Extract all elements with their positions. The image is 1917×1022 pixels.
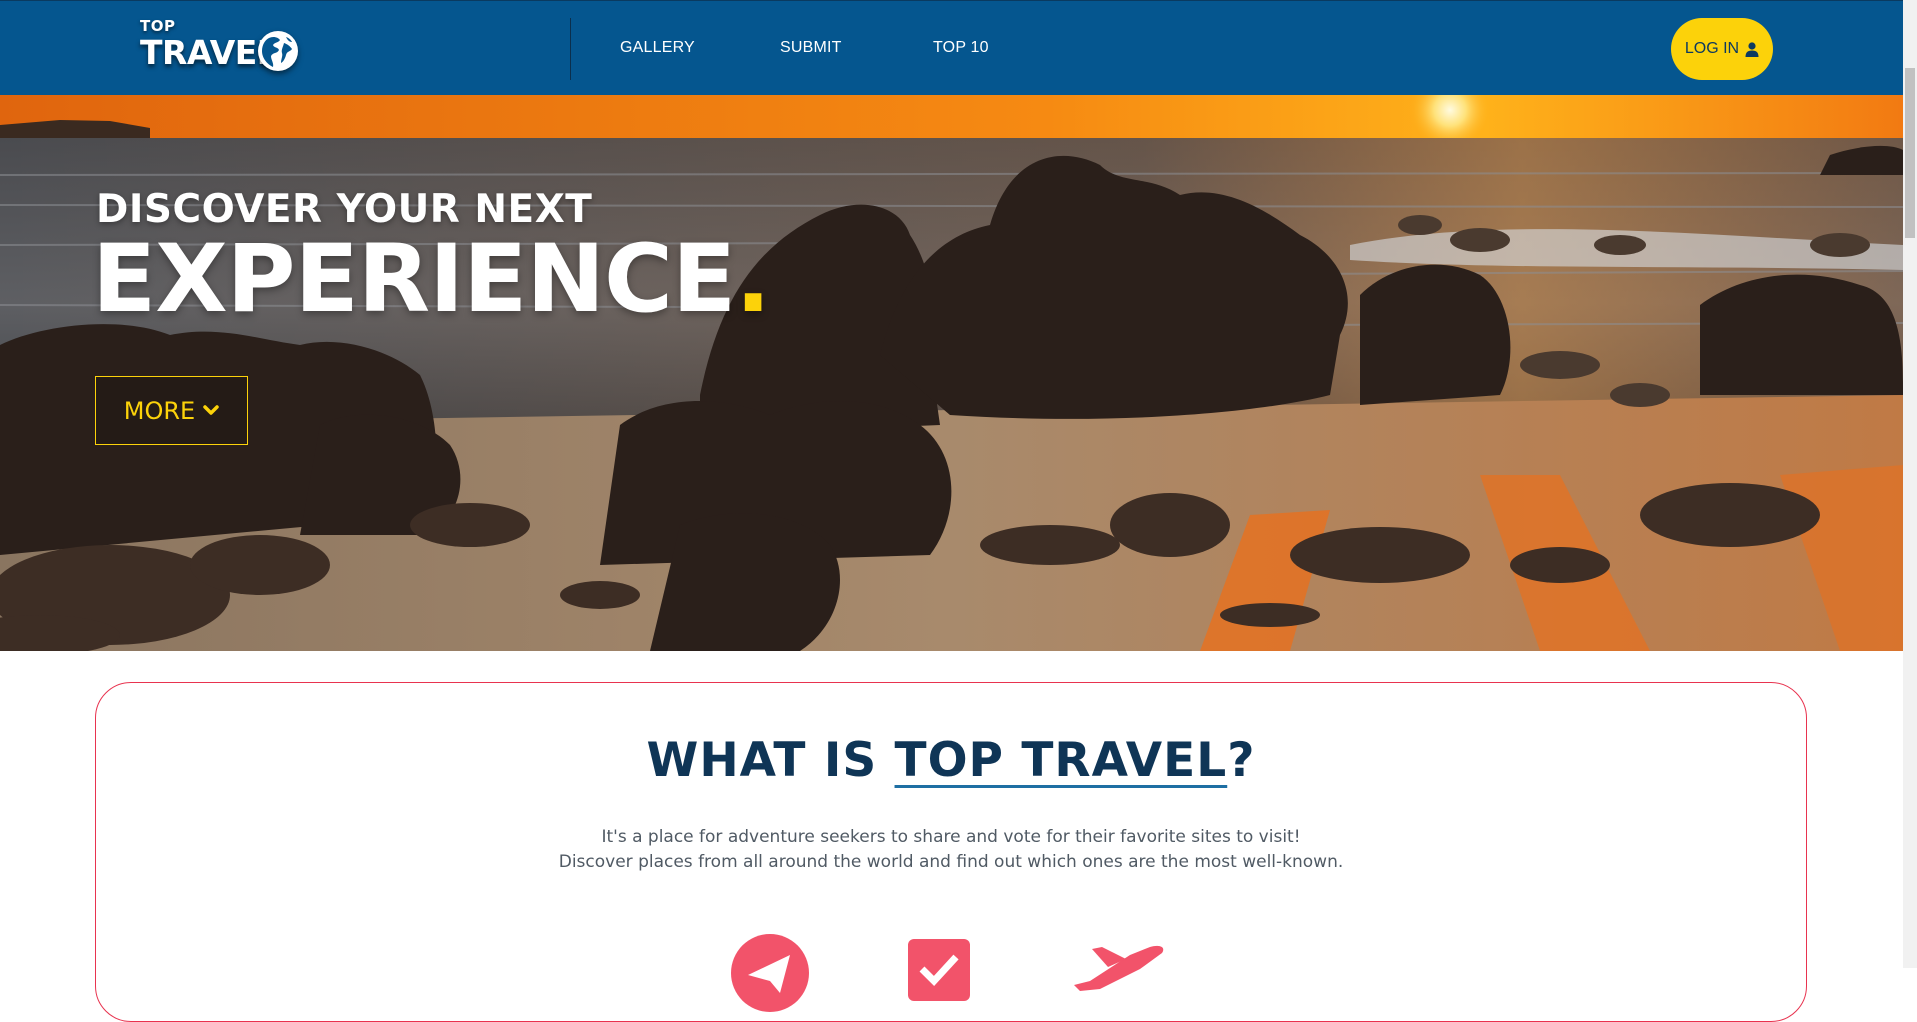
check-square-icon	[908, 939, 970, 1001]
heading-brand: TOP TRAVEL	[894, 733, 1228, 788]
airplane-icon	[1074, 945, 1164, 991]
what-is-section: WHAT IS TOP TRAVEL? It's a place for adv…	[95, 682, 1807, 1022]
heading-prefix: WHAT IS	[646, 733, 895, 788]
info-line-1: It's a place for adventure seekers to sh…	[601, 827, 1301, 847]
navbar: TOP TRAVEL GALLERY SUBMIT TOP 10 LOG IN	[0, 0, 1903, 95]
hero-banner: DISCOVER YOUR NEXT EXPERIENCE. MORE	[0, 95, 1903, 651]
login-label: LOG IN	[1684, 40, 1740, 57]
paper-plane-icon	[731, 934, 809, 1012]
more-label: MORE	[123, 396, 196, 425]
login-button[interactable]: LOG IN	[1671, 18, 1773, 80]
nav-link-top-10[interactable]: TOP 10	[933, 39, 989, 57]
chevron-down-icon	[203, 404, 219, 415]
user-icon	[1745, 41, 1759, 57]
globe-icon	[258, 31, 298, 71]
nav-link-submit[interactable]: SUBMIT	[780, 39, 842, 57]
hero-title-text: EXPERIENCE	[92, 225, 736, 334]
nav-link-gallery[interactable]: GALLERY	[620, 39, 695, 57]
more-button[interactable]: MORE	[95, 376, 248, 445]
scrollbar-thumb[interactable]	[1905, 68, 1915, 238]
hero-title: EXPERIENCE.	[92, 225, 771, 334]
nav-divider	[570, 18, 571, 80]
page-scrollbar[interactable]	[1903, 0, 1917, 968]
hero-title-dot: .	[735, 225, 771, 334]
hero-background-image	[0, 95, 1903, 651]
info-line-2: Discover places from all around the worl…	[558, 852, 1344, 872]
heading-suffix: ?	[1227, 733, 1256, 788]
what-is-heading: WHAT IS TOP TRAVEL?	[96, 733, 1806, 788]
